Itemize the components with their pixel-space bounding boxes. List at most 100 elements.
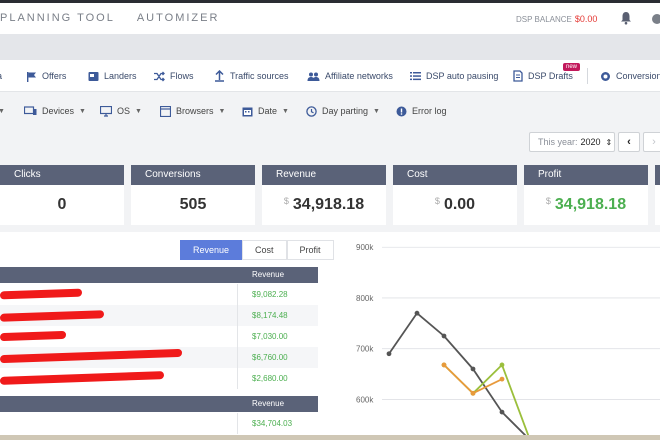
nav-item-landers[interactable]: Landers (88, 60, 137, 92)
data-point[interactable] (499, 409, 505, 415)
filter-label: OS (117, 106, 131, 116)
kpi-header (655, 165, 660, 185)
nav-item-conversions[interactable]: Conversions (600, 60, 660, 92)
nav-item-affiliate-networks[interactable]: Affiliate networks (307, 60, 393, 92)
kpi-value: 0.00 (443, 196, 476, 213)
kpi-value: 0 (57, 196, 67, 213)
data-point[interactable] (441, 333, 447, 339)
table-header: Revenue (0, 267, 318, 283)
kpi-clicks: Clicks 0 (0, 165, 124, 225)
new-badge: new (563, 63, 581, 71)
nav-label: Offers (42, 71, 67, 81)
lander-icon (88, 71, 99, 81)
nav-item-flows[interactable]: Flows (153, 60, 194, 92)
metric-tabs: Revenue Cost Profit (180, 240, 334, 260)
browser-icon (160, 105, 171, 117)
chevron-right-icon: › (652, 136, 656, 148)
filter-caret[interactable]: ▼ (0, 97, 5, 125)
nav-item-campaigns[interactable]: a (0, 60, 2, 92)
nav-item-traffic-sources[interactable]: Traffic sources (214, 60, 289, 92)
kpi-value: 34,918.18 (292, 196, 365, 213)
nav-item-dsp-auto-pausing[interactable]: DSP auto pausing (410, 60, 498, 92)
data-point[interactable] (470, 366, 476, 372)
year-select-label: This year: (538, 137, 578, 147)
series-line (443, 363, 531, 440)
brand-automizer: AUTOMIZER (136, 12, 220, 24)
y-tick-label: 800k (356, 294, 374, 303)
nav-label: Landers (104, 71, 137, 81)
kpi-cost: Cost $0.00 (393, 165, 517, 225)
nav-label: DSP auto pausing (426, 71, 499, 81)
chevron-left-icon: ‹ (627, 136, 631, 148)
nav-item-offers[interactable]: Offers (26, 60, 66, 92)
tab-profit[interactable]: Profit (286, 240, 334, 260)
year-select[interactable]: This year: 2020 ⇕ (529, 132, 615, 152)
previous-period-button[interactable]: ‹ (618, 132, 640, 152)
users-icon (307, 72, 320, 81)
tab-revenue[interactable]: Revenue (180, 240, 243, 260)
kpi-value: 505 (179, 196, 207, 213)
kpi-extra (655, 165, 660, 225)
flag-icon (27, 71, 36, 82)
conversions-icon (601, 71, 610, 81)
chevron-down-icon: ▼ (79, 107, 86, 115)
y-tick-label: 900k (356, 243, 374, 252)
filter-date[interactable]: Date ▼ (242, 97, 289, 125)
data-point[interactable] (386, 351, 392, 357)
dsp-balance: DSP BALANCE $0.00 (516, 14, 597, 24)
filter-day-parting[interactable]: Day parting ▼ (306, 97, 380, 125)
devices-icon (24, 106, 37, 115)
nav-label: Affiliate networks (325, 71, 393, 81)
dsp-balance-label: DSP BALANCE (516, 15, 572, 24)
nav-separator (587, 68, 588, 84)
kpi-label: Revenue (262, 165, 386, 185)
series-line (388, 311, 531, 440)
filter-os[interactable]: OS ▼ (100, 97, 142, 125)
chevron-down-icon: ▼ (135, 107, 142, 115)
next-period-button[interactable]: › (643, 132, 660, 152)
tab-cost[interactable]: Cost (242, 240, 287, 260)
chevron-down-icon: ▼ (373, 107, 380, 115)
alert-icon (396, 106, 407, 116)
taskbar (0, 435, 660, 440)
y-tick-label: 700k (356, 345, 374, 354)
calendar-icon (242, 107, 253, 116)
filter-error-log[interactable]: Error log (396, 97, 447, 125)
nav-label: Traffic sources (230, 71, 289, 81)
data-point[interactable] (414, 310, 420, 316)
chevron-down-icon: ▼ (218, 107, 226, 115)
filter-devices[interactable]: Devices ▼ (24, 97, 86, 125)
nav-label: Conversions (616, 71, 660, 81)
shuffle-icon (154, 71, 165, 81)
top-bar: PLANNING TOOL AUTOMIZER DSP BALANCE $0.00 (0, 0, 660, 34)
bell-icon[interactable] (620, 11, 632, 25)
y-tick-label: 600k (356, 395, 374, 404)
kpi-profit: Profit $34,918.18 (524, 165, 648, 225)
main-nav: a Offers Landers Flows Traffic sources A… (0, 60, 660, 92)
row-value: $6,760.00 (252, 353, 288, 362)
row-value: $34,704.03 (252, 419, 293, 428)
data-point[interactable] (499, 376, 505, 382)
filter-label: Devices (42, 106, 75, 116)
data-point[interactable] (470, 390, 476, 396)
nav-label: a (0, 71, 2, 81)
column-header-revenue: Revenue (252, 270, 285, 279)
kpi-label: Clicks (0, 165, 124, 185)
table-row[interactable]: $34,704.03 (0, 413, 318, 434)
chevron-down-icon: ▼ (282, 107, 289, 115)
filter-browsers[interactable]: Browsers ▼ (160, 97, 225, 125)
row-value: $8,174.48 (252, 311, 288, 320)
dsp-balance-value: $0.00 (574, 14, 598, 24)
kpi-label: Profit (524, 165, 648, 185)
brand[interactable]: PLANNING TOOL AUTOMIZER (0, 12, 219, 24)
upload-icon (215, 70, 224, 82)
clock-icon (306, 105, 317, 117)
kpi-value: 34,918.18 (554, 196, 627, 213)
year-select-value: 2020 (580, 137, 601, 147)
data-point[interactable] (499, 362, 505, 368)
filter-label: Day parting (322, 106, 369, 116)
column-header-revenue: Revenue (252, 399, 285, 408)
nav-label: DSP Drafts (528, 71, 573, 81)
data-point[interactable] (441, 362, 447, 368)
user-avatar-icon[interactable] (652, 14, 660, 24)
